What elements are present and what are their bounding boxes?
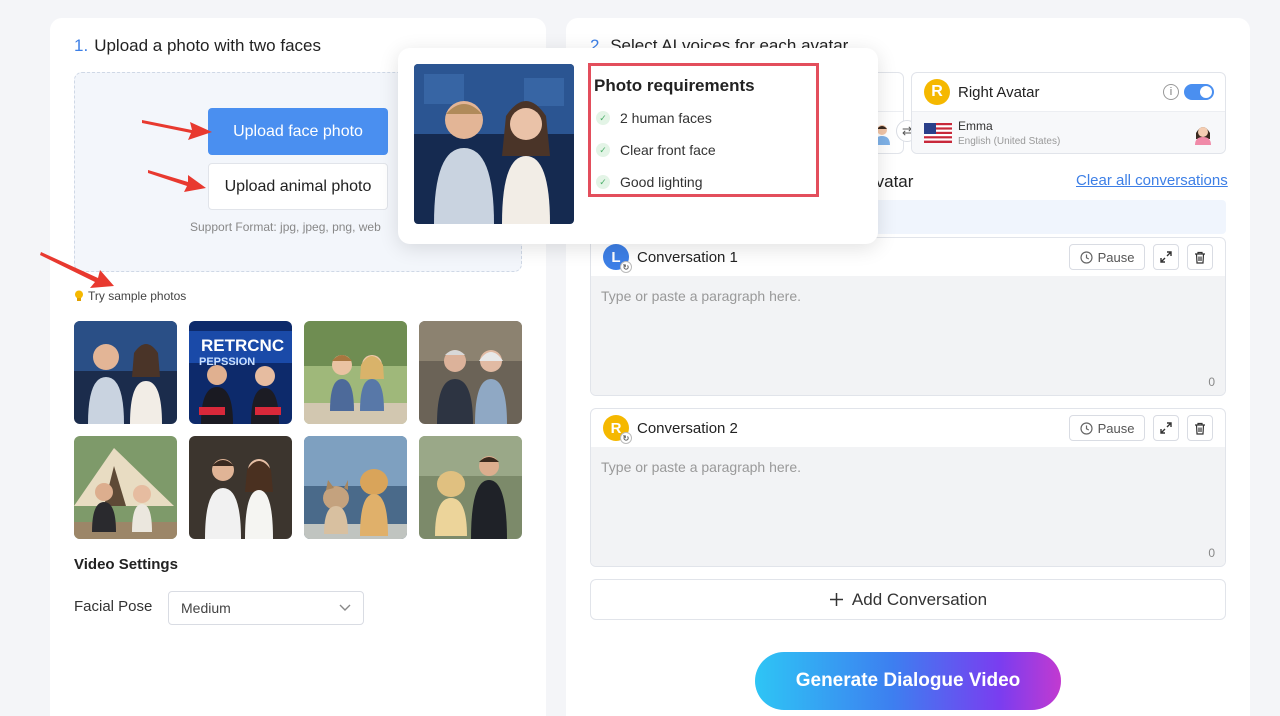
trash-icon[interactable]	[1187, 415, 1213, 441]
generate-dialogue-video-button[interactable]: Generate Dialogue Video	[755, 652, 1061, 710]
refresh-icon: ↻	[620, 432, 632, 444]
step1-title: 1. Upload a photo with two faces	[74, 36, 321, 56]
conversation-avatar[interactable]: R ↻	[603, 415, 632, 444]
conversation-card: L ↻ Conversation 1 Pause Type or paste a…	[590, 237, 1226, 396]
textarea-placeholder: Type or paste a paragraph here.	[601, 288, 802, 304]
plus-icon	[829, 593, 843, 606]
character-count: 0	[1208, 546, 1215, 560]
check-icon: ✓	[596, 111, 610, 125]
clear-all-conversations-link[interactable]: Clear all conversations	[1076, 172, 1228, 189]
facial-pose-value: Medium	[181, 600, 231, 616]
conversation-textarea[interactable]: Type or paste a paragraph here. 0	[591, 276, 1225, 395]
right-avatar-toggle[interactable]	[1184, 84, 1214, 100]
pause-button[interactable]: Pause	[1069, 415, 1145, 441]
step1-number: 1.	[74, 36, 89, 55]
news-banner-text: RETRCNC	[201, 336, 284, 355]
check-icon: ✓	[596, 175, 610, 189]
us-flag-icon	[924, 123, 952, 143]
try-sample-photos[interactable]: Try sample photos	[74, 289, 186, 303]
add-conversation-button[interactable]: Add Conversation	[590, 579, 1226, 620]
sample-thumbnail[interactable]: RETRCNC PEPSSION	[189, 321, 292, 424]
avatar-letter: L	[611, 248, 621, 266]
conversation-title: Conversation 2	[637, 419, 738, 437]
right-avatar-card[interactable]: R Right Avatar i Emma English (United St…	[911, 72, 1226, 154]
step1-title-text: Upload a photo with two faces	[94, 36, 321, 55]
sample-thumbnail[interactable]	[304, 321, 407, 424]
clock-icon	[1079, 250, 1093, 264]
upload-animal-photo-button[interactable]: Upload animal photo	[208, 163, 388, 210]
photo-requirements-popover: Photo requirements ✓ 2 human faces ✓ Cle…	[398, 48, 878, 244]
sample-thumbnail[interactable]	[74, 321, 177, 424]
textarea-placeholder: Type or paste a paragraph here.	[601, 459, 802, 475]
requirement-text: Clear front face	[620, 142, 716, 158]
sample-thumbnail[interactable]	[419, 436, 522, 539]
voice-locale: English (United States)	[958, 136, 1061, 147]
requirement-item: ✓ Clear front face	[596, 142, 716, 158]
pause-label: Pause	[1097, 420, 1135, 436]
sample-thumbnail[interactable]	[189, 436, 292, 539]
video-settings-heading: Video Settings	[74, 556, 178, 573]
expand-icon[interactable]	[1153, 415, 1179, 441]
requirement-item: ✓ Good lighting	[596, 174, 703, 190]
refresh-icon: ↻	[620, 261, 632, 273]
avatar-letter: R	[610, 419, 622, 437]
character-count: 0	[1208, 375, 1215, 389]
facial-pose-select[interactable]: Medium	[168, 591, 364, 625]
right-avatar-label: Right Avatar	[958, 84, 1040, 101]
news-banner-subtext: PEPSSION	[199, 356, 255, 368]
pause-button[interactable]: Pause	[1069, 244, 1145, 270]
support-format-text: Support Format: jpg, jpeg, png, web	[190, 220, 381, 234]
conversation-title: Conversation 1	[637, 248, 738, 266]
voice-name: Emma	[958, 119, 993, 133]
check-icon: ✓	[596, 143, 610, 157]
sample-thumbnail[interactable]	[419, 321, 522, 424]
example-photo	[414, 64, 574, 224]
add-conversation-label: Add Conversation	[851, 589, 988, 609]
expand-icon[interactable]	[1153, 244, 1179, 270]
conversation-header: R ↻ Conversation 2 Pause	[591, 409, 1225, 447]
conversation-avatar[interactable]: L ↻	[603, 244, 632, 273]
red-arrow-icon	[142, 120, 212, 140]
pause-label: Pause	[1097, 249, 1135, 265]
red-arrow-icon	[148, 170, 206, 192]
requirements-title: Photo requirements	[594, 76, 755, 95]
facial-pose-label: Facial Pose	[74, 598, 153, 615]
upload-face-photo-button[interactable]: Upload face photo	[208, 108, 388, 155]
requirement-text: Good lighting	[620, 174, 703, 190]
lightbulb-icon	[75, 290, 83, 301]
try-sample-label: Try sample photos	[88, 289, 187, 303]
right-avatar-badge: R	[924, 79, 950, 105]
female-avatar-icon	[1195, 127, 1211, 145]
info-icon[interactable]: i	[1163, 84, 1179, 100]
red-arrow-icon	[40, 252, 114, 288]
sample-thumbnail[interactable]	[304, 436, 407, 539]
trash-icon[interactable]	[1187, 244, 1213, 270]
chevron-down-icon	[339, 604, 351, 611]
requirement-text: 2 human faces	[620, 110, 712, 126]
conversation-textarea[interactable]: Type or paste a paragraph here. 0	[591, 447, 1225, 566]
conversation-card: R ↻ Conversation 2 Pause Type or paste a…	[590, 408, 1226, 567]
clock-icon	[1079, 421, 1093, 435]
sample-thumbnail[interactable]	[74, 436, 177, 539]
requirement-item: ✓ 2 human faces	[596, 110, 712, 126]
